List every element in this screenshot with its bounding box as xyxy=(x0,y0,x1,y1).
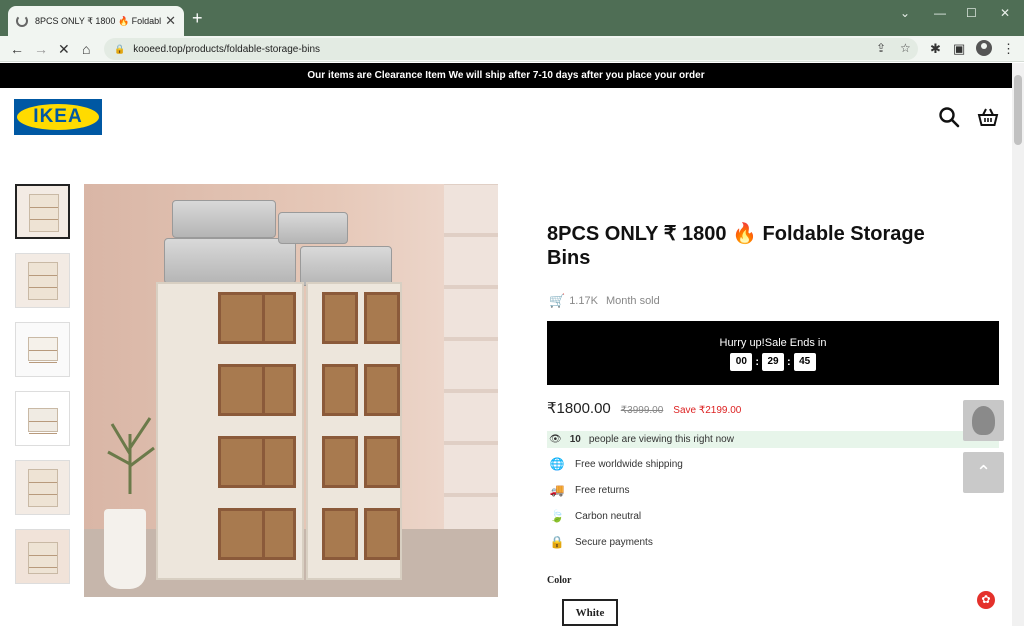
current-price: ₹1800.00 xyxy=(547,400,611,417)
timer-separator: : xyxy=(755,356,759,368)
extensions-icon[interactable]: ✱ xyxy=(930,41,941,57)
thumbnail-image xyxy=(28,262,58,300)
product-thumbnail[interactable] xyxy=(15,253,70,308)
sold-label: Month sold xyxy=(605,295,660,307)
thumbnail-image xyxy=(28,469,58,507)
suitcase xyxy=(300,246,392,286)
sidepanel-icon[interactable]: ▣ xyxy=(953,41,965,57)
gift-icon[interactable]: ✿ xyxy=(977,591,995,609)
perk-label: Secure payments xyxy=(575,536,653,548)
side-table xyxy=(104,509,146,589)
perk-label: Free returns xyxy=(575,484,630,496)
product-title: 8PCS ONLY ₹ 1800 🔥 Foldable Storage Bins xyxy=(547,223,925,269)
compare-price: ₹3999.00 xyxy=(620,405,664,416)
leaf-icon: 🍃 xyxy=(549,509,565,523)
countdown-label: Hurry up!Sale Ends in xyxy=(719,337,827,349)
browser-toolbar: ← → ✕ ⌂ 🔒 kooeed.top/products/foldable-s… xyxy=(0,36,1024,62)
main-product-image[interactable] xyxy=(84,184,498,597)
storage-cabinet xyxy=(306,282,402,580)
countdown-timer: 00 : 29 : 45 xyxy=(547,353,999,371)
viewing-text: people are viewing this right now xyxy=(588,434,734,445)
countdown-hours: 00 xyxy=(730,353,753,371)
logo-oval: IKEA xyxy=(17,104,99,130)
perk-label: Carbon neutral xyxy=(575,510,642,522)
plant xyxy=(107,417,155,494)
sold-info: 🛒 1.17K Month sold xyxy=(549,293,660,309)
eye-icon: 👁 xyxy=(549,434,562,445)
color-label: Color xyxy=(547,575,572,586)
storage-cabinet xyxy=(156,282,304,580)
loading-spinner-icon xyxy=(16,15,28,27)
perk-label: Free worldwide shipping xyxy=(575,458,683,470)
truck-icon: 🚚 xyxy=(549,483,565,497)
price-row: ₹1800.00 ₹3999.00 Save ₹2199.00 xyxy=(547,399,741,417)
url-text: kooeed.top/products/foldable-storage-bin… xyxy=(133,43,321,55)
countdown-seconds: 45 xyxy=(793,353,816,371)
product-thumbnail[interactable] xyxy=(15,322,70,377)
tab-close-icon[interactable]: ✕ xyxy=(165,13,176,29)
browser-tab[interactable]: 8PCS ONLY ₹ 1800 🔥 Foldable St ✕ xyxy=(8,6,184,36)
lock-icon[interactable]: 🔒 xyxy=(114,44,125,55)
product-thumbnail[interactable] xyxy=(15,529,70,584)
sold-count: 1.17K xyxy=(569,295,598,307)
viewing-count: 10 xyxy=(569,434,581,445)
stop-icon[interactable]: ✕ xyxy=(58,40,70,58)
save-amount: Save ₹2199.00 xyxy=(673,405,742,416)
color-option-white[interactable]: White xyxy=(562,599,618,626)
close-window-button[interactable]: ✕ xyxy=(1000,6,1010,20)
new-tab-button[interactable]: + xyxy=(192,8,203,28)
page-scrollbar[interactable] xyxy=(1012,63,1024,626)
thumbnail-image xyxy=(28,337,58,361)
product-thumbnail[interactable] xyxy=(15,184,70,239)
thumbnail-gallery xyxy=(15,184,73,598)
home-icon[interactable]: ⌂ xyxy=(82,40,90,58)
perk-item: 🔒 Secure payments xyxy=(549,535,653,549)
sale-countdown: Hurry up!Sale Ends in 00 : 29 : 45 xyxy=(547,321,999,385)
announcement-bar: Our items are Clearance Item We will shi… xyxy=(0,63,1012,88)
product-thumbnail[interactable] xyxy=(15,391,70,446)
suitcase xyxy=(278,212,348,244)
menu-icon[interactable]: ⋮ xyxy=(1002,41,1015,57)
perk-item: 🌐 Free worldwide shipping xyxy=(549,457,683,471)
support-avatar-button[interactable] xyxy=(963,400,1004,441)
star-icon[interactable]: ☆ xyxy=(900,41,911,55)
tab-search-icon[interactable]: ⌄ xyxy=(900,6,910,20)
thumbnail-image xyxy=(28,408,58,432)
lock-icon: 🔒 xyxy=(549,535,565,549)
countdown-minutes: 29 xyxy=(762,353,784,371)
thumbnail-image xyxy=(28,542,58,574)
forward-icon[interactable]: → xyxy=(34,40,48,58)
tab-title: 8PCS ONLY ₹ 1800 🔥 Foldable St xyxy=(35,15,161,26)
thumbnail-image xyxy=(29,194,59,232)
minimize-button[interactable]: — xyxy=(934,6,946,20)
perk-item: 🚚 Free returns xyxy=(549,483,630,497)
viewing-now-bar: 👁 10 people are viewing this right now xyxy=(547,431,999,448)
address-bar[interactable]: 🔒 kooeed.top/products/foldable-storage-b… xyxy=(104,38,918,60)
chevron-up-icon: ⌃ xyxy=(975,462,992,482)
timer-separator: : xyxy=(787,356,791,368)
back-icon[interactable]: ← xyxy=(10,40,24,58)
store-logo[interactable]: IKEA xyxy=(14,99,102,135)
suitcase xyxy=(164,238,296,284)
back-to-top-button[interactable]: ⌃ xyxy=(963,452,1004,493)
browser-tab-bar: 8PCS ONLY ₹ 1800 🔥 Foldable St ✕ + ⌄ — ☐… xyxy=(0,0,1024,36)
suitcase xyxy=(172,200,276,238)
product-thumbnail[interactable] xyxy=(15,460,70,515)
basket-icon[interactable] xyxy=(977,106,999,128)
maximize-button[interactable]: ☐ xyxy=(966,6,977,20)
globe-icon: 🌐 xyxy=(549,457,565,471)
scrollbar-thumb[interactable] xyxy=(1014,75,1022,145)
cart-icon: 🛒 xyxy=(549,293,566,308)
search-icon[interactable] xyxy=(938,106,960,128)
perk-item: 🍃 Carbon neutral xyxy=(549,509,642,523)
share-icon[interactable]: ⇪ xyxy=(876,41,886,55)
profile-icon[interactable] xyxy=(976,40,992,56)
logo-text: IKEA xyxy=(33,106,83,127)
